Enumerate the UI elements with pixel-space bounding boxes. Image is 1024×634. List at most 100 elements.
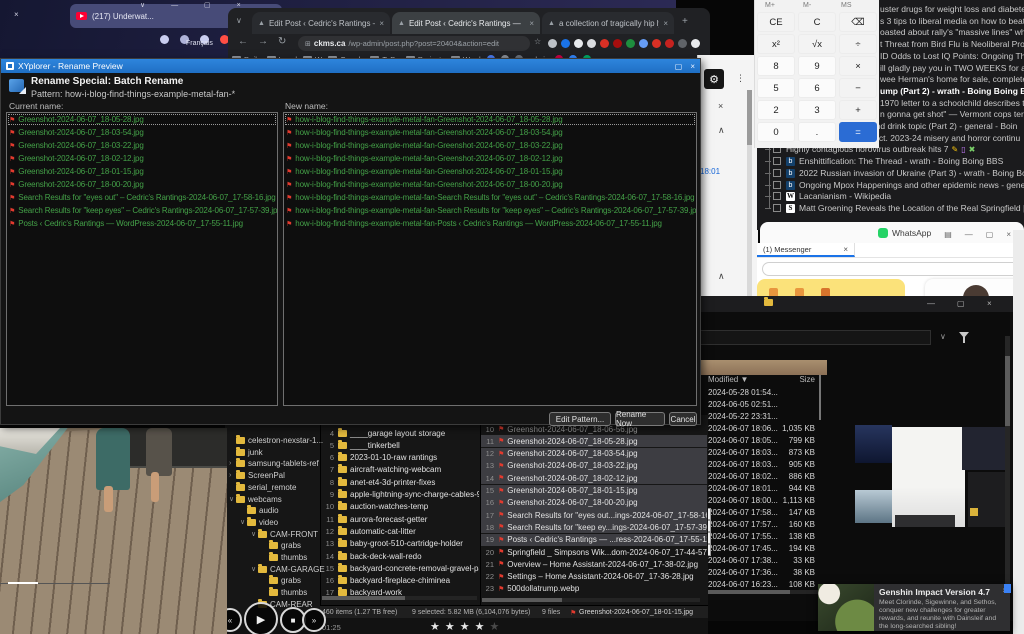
filter-funnel-icon[interactable] (959, 332, 969, 338)
extension-icon[interactable] (548, 39, 557, 48)
calc-key[interactable]: . (798, 122, 836, 142)
rating-star-icon[interactable]: ★ (460, 621, 475, 633)
thread-item[interactable]: bEnshittification: The Thread - wrath - … (765, 155, 1003, 167)
thumbnail-image[interactable] (970, 508, 978, 516)
rename-current-row[interactable]: ⚑Greenshot-2024-06-07_18-02-12.jpg (7, 152, 277, 165)
close-icon[interactable]: × (690, 62, 695, 71)
tree-item[interactable]: ∨video (240, 517, 278, 528)
file-row[interactable]: 18⚑Search Results for "keep ey...ings-20… (481, 521, 707, 533)
checkbox[interactable] (773, 192, 781, 200)
calc-key[interactable]: + (839, 100, 877, 120)
search-icon[interactable] (160, 35, 169, 44)
photo-preview[interactable] (0, 428, 227, 634)
checkbox[interactable] (773, 157, 781, 165)
play-button[interactable]: ▶ (244, 602, 278, 634)
folder-row[interactable]: 15backyard-concrete-removal-gravel-path (321, 562, 479, 574)
table-row[interactable]: 2024-06-07 17:57...160 KB (695, 520, 855, 532)
thread-item[interactable]: n gonna get shot" — Vermont cops terrori… (880, 108, 1024, 120)
folder-row[interactable]: 62023-01-10-raw rantings (321, 452, 479, 464)
new-tab-icon[interactable]: + (682, 16, 688, 27)
rename-current-row[interactable]: ⚑Greenshot-2024-06-07_18-00-20.jpg (7, 178, 277, 191)
bookmark-star-icon[interactable]: ☆ (534, 37, 541, 46)
thread-item[interactable]: wee Herman's home for sale, complete wit… (880, 73, 1024, 85)
file-row[interactable]: 11⚑Greenshot-2024-06-07_18-05-28.jpg (481, 435, 707, 447)
calc-key[interactable]: − (839, 78, 877, 98)
thread-item[interactable]: t Threat from Bird Flu is Neoliberal Pro… (880, 38, 1024, 50)
extension-icon[interactable] (574, 39, 583, 48)
calc-key[interactable]: √x (798, 34, 836, 54)
tree-item[interactable]: thumbs (262, 587, 307, 598)
rename-current-row[interactable]: ⚑Greenshot-2024-06-07_18-05-28.jpg (7, 113, 277, 126)
rename-new-row[interactable]: ⚑how-i-blog-find-things-example-metal-fa… (284, 217, 696, 230)
table-row[interactable]: 2024-06-07 17:36...38 KB (695, 568, 855, 580)
rename-current-row[interactable]: ⚑Greenshot-2024-06-07_18-03-22.jpg (7, 139, 277, 152)
gear-icon[interactable]: ⚙ (704, 69, 724, 89)
calc-key[interactable]: = (839, 122, 877, 142)
file-row[interactable]: 20⚑Springfield _ Simpsons Wik...dom-2024… (481, 546, 707, 558)
thumbnail-image[interactable] (968, 472, 1005, 527)
rating-star-icon[interactable]: ★ (430, 621, 445, 633)
extension-icon[interactable] (652, 39, 661, 48)
extension-icon[interactable] (613, 39, 622, 48)
messenger-tab[interactable]: (1) Messenger × (757, 243, 855, 257)
chevron-up-icon[interactable]: ∧ (718, 271, 725, 282)
maximize-icon[interactable]: ▢ (957, 299, 965, 308)
memory-key-ms[interactable]: MS (841, 2, 852, 9)
close-icon[interactable]: × (987, 299, 992, 308)
table-row[interactable]: 2024-06-07 17:38...33 KB (695, 556, 855, 568)
column-modified[interactable]: Modified ▼ (708, 375, 748, 384)
folder-row[interactable]: 7aircraft-watching-webcam (321, 464, 479, 476)
close-icon[interactable]: × (1006, 230, 1011, 239)
maximize-icon[interactable]: ▢ (675, 62, 683, 71)
notification-toast[interactable]: Genshin Impact Version 4.7 Meet Clorinde… (818, 584, 1010, 631)
file-row[interactable]: 15⚑Greenshot-2024-06-07_18-01-15.jpg (481, 485, 707, 497)
extension-icon[interactable] (600, 39, 609, 48)
file-row[interactable]: 17⚑Search Results for "eyes out...ings-2… (481, 509, 707, 521)
minimize-icon[interactable]: — (927, 299, 935, 308)
extension-icon[interactable] (639, 39, 648, 48)
table-row[interactable]: 2024-06-07 18:00...1,113 KB (695, 496, 855, 508)
folder-row[interactable]: 5____tinkerbell (321, 439, 479, 451)
site-info-icon[interactable]: ⊞ (305, 40, 311, 48)
calc-key[interactable]: 9 (798, 56, 836, 76)
back-icon[interactable]: ← (238, 36, 248, 47)
rename-current-row[interactable]: ⚑Greenshot-2024-06-07_18-01-15.jpg (7, 165, 277, 178)
file-row[interactable]: 16⚑Greenshot-2024-06-07_18-00-20.jpg (481, 497, 707, 509)
tree-item[interactable]: grabs (262, 540, 301, 551)
rename-now-button[interactable]: Rename Now (615, 412, 665, 426)
extension-icon[interactable] (561, 39, 570, 48)
rename-current-row[interactable]: ⚑Search Results for "keep eyes" – Cedric… (7, 204, 277, 217)
folder-row[interactable]: 16backyard-fireplace-chiminea (321, 575, 479, 587)
thread-item[interactable]: b2022 Russian invasion of Ukraine (Part … (765, 167, 1024, 179)
thread-item[interactable]: ump (Part 2) - wrath - Boing Boing BBS (880, 85, 1024, 97)
thumbnail-image[interactable] (895, 515, 955, 527)
checkbox[interactable] (773, 204, 781, 212)
file-row[interactable]: 22⚑Settings – Home Assistant-2024-06-07_… (481, 571, 707, 583)
vertical-scrollbar-thumb[interactable] (1005, 356, 1010, 426)
filter-input[interactable] (699, 330, 931, 345)
current-name-list[interactable]: ⚑Greenshot-2024-06-07_18-05-28.jpg⚑Green… (6, 112, 278, 406)
file-row[interactable]: 21⚑Overview – Home Assistant-2024-06-07_… (481, 558, 707, 570)
file-row[interactable]: 14⚑Greenshot-2024-06-07_18-02-12.jpg (481, 472, 707, 484)
dropdown-caret-icon[interactable]: ∨ (940, 332, 946, 341)
rename-new-row[interactable]: ⚑how-i-blog-find-things-example-metal-fa… (284, 152, 696, 165)
rename-current-row[interactable]: ⚑Greenshot-2024-06-07_18-03-54.jpg (7, 126, 277, 139)
rename-new-row[interactable]: ⚑how-i-blog-find-things-example-metal-fa… (284, 165, 696, 178)
expand-arrow-icon[interactable]: ∨ (229, 495, 236, 503)
extension-icon[interactable] (678, 39, 687, 48)
chevron-up-icon[interactable]: ∧ (718, 125, 725, 136)
forward-icon[interactable]: → (258, 36, 268, 47)
file-row[interactable]: 12⚑Greenshot-2024-06-07_18-03-54.jpg (481, 448, 707, 460)
calc-key[interactable]: 2 (757, 100, 795, 120)
cancel-button[interactable]: Cancel (669, 412, 697, 426)
rename-current-row[interactable]: ⚑Search Results for "eyes out" – Cedric'… (7, 191, 277, 204)
rating-star-icon[interactable]: ★ (475, 621, 490, 633)
calc-key[interactable]: 8 (757, 56, 795, 76)
calc-key[interactable]: 5 (757, 78, 795, 98)
table-row[interactable]: 2024-06-07 18:03...905 KB (695, 460, 855, 472)
horizontal-scrollbar-thumb[interactable] (322, 596, 405, 600)
thumbnail-image[interactable] (855, 425, 892, 463)
column-size[interactable]: Size (763, 375, 815, 384)
kebab-menu-icon[interactable]: ⋮ (736, 73, 745, 84)
expand-arrow-icon[interactable]: › (229, 472, 236, 479)
